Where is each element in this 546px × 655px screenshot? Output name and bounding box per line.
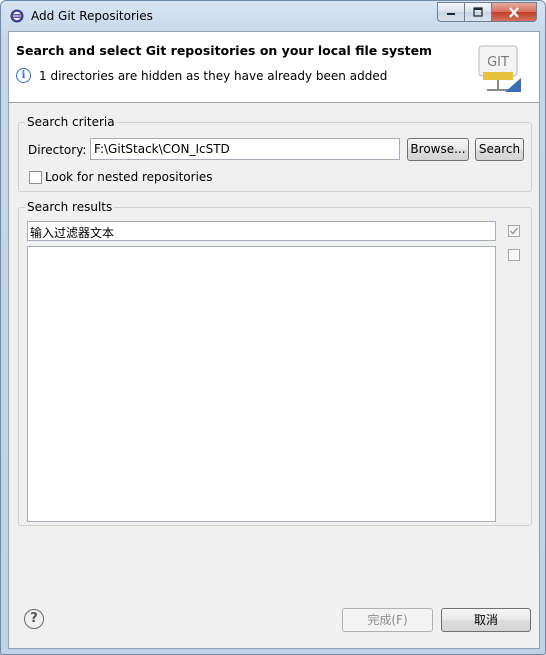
deselect-all-button[interactable] — [508, 249, 520, 261]
nested-repositories-checkbox[interactable] — [29, 171, 42, 184]
header-panel: Search and select Git repositories on yo… — [9, 32, 539, 103]
search-results-label: Search results — [25, 200, 115, 214]
info-icon: i — [16, 68, 31, 83]
eclipse-icon — [10, 9, 24, 23]
close-button[interactable] — [491, 2, 537, 22]
info-text: 1 directories are hidden as they have al… — [39, 68, 388, 83]
close-icon — [509, 6, 519, 18]
window-controls — [437, 2, 537, 22]
search-results-group: Search results 输入过滤器文本 — [18, 200, 532, 526]
directory-input[interactable]: F:\GitStack\CON_IcSTD — [90, 138, 400, 160]
results-tree[interactable] — [27, 246, 496, 522]
select-all-button[interactable] — [508, 225, 520, 237]
page-title: Search and select Git repositories on yo… — [16, 43, 433, 58]
nested-repositories-label[interactable]: Look for nested repositories — [45, 170, 213, 184]
search-button[interactable]: Search — [475, 138, 524, 161]
git-logo-text: GIT — [487, 55, 509, 70]
directory-value: F:\GitStack\CON_IcSTD — [94, 142, 230, 156]
title-bar[interactable]: Add Git Repositories — [1, 1, 545, 31]
finish-button[interactable]: 完成(F) — [342, 608, 433, 632]
maximize-icon — [473, 7, 483, 17]
select-all-icon — [509, 227, 519, 235]
dialog-window: Add Git Repositories Search and select G… — [0, 0, 546, 655]
browse-button[interactable]: Browse... — [407, 138, 469, 161]
minimize-button[interactable] — [437, 2, 464, 22]
dialog-content: Search and select Git repositories on yo… — [8, 31, 540, 649]
window-title: Add Git Repositories — [31, 9, 153, 23]
filter-placeholder: 输入过滤器文本 — [30, 226, 115, 240]
minimize-icon — [447, 13, 455, 15]
search-criteria-label: Search criteria — [25, 115, 117, 129]
maximize-button[interactable] — [464, 2, 491, 22]
search-criteria-group: Search criteria Directory: F:\GitStack\C… — [18, 115, 532, 192]
info-message: i 1 directories are hidden as they have … — [16, 68, 387, 83]
git-logo-icon: GIT — [478, 45, 521, 92]
help-icon[interactable]: ? — [24, 609, 44, 629]
cancel-button[interactable]: 取消 — [441, 608, 531, 632]
directory-label: Directory: — [28, 143, 87, 157]
filter-input[interactable]: 输入过滤器文本 — [27, 221, 496, 241]
